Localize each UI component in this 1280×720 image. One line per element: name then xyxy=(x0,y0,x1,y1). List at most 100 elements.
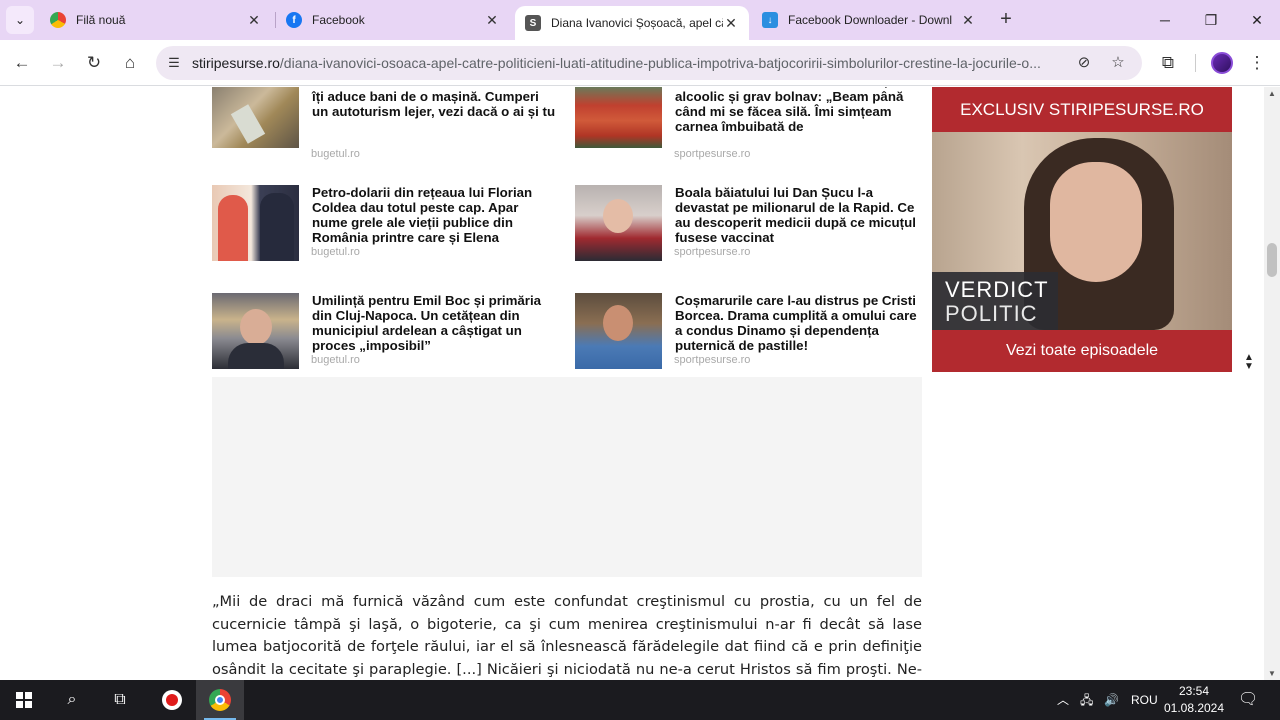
tab-stiripesurse[interactable]: S Diana Ivanovici Șoșoacă, apel către ✕ xyxy=(515,6,749,40)
language-indicator[interactable]: ROU xyxy=(1131,680,1158,720)
article-source[interactable]: bugetul.ro xyxy=(311,148,360,160)
person-shape xyxy=(228,343,284,369)
windows-taskbar: ⌕ ⧉ ︿ 🖧 🔊 ROU 23:54 01.08.2024 🗨 xyxy=(0,680,1280,720)
article-thumbnail xyxy=(212,87,299,148)
article-source[interactable]: bugetul.ro xyxy=(311,354,360,366)
plus-icon: + xyxy=(1000,8,1012,30)
scroll-arrows-icon[interactable]: ▲ ▼ xyxy=(1244,353,1254,372)
tab-facebook[interactable]: f Facebook ✕ xyxy=(276,5,510,35)
reload-button[interactable]: ↻ xyxy=(81,50,107,76)
close-icon[interactable]: ✕ xyxy=(484,12,500,28)
article-thumbnail xyxy=(212,185,299,261)
task-view-icon: ⧉ xyxy=(114,691,126,708)
network-icon[interactable]: 🖧 xyxy=(1080,680,1093,720)
reload-icon: ↻ xyxy=(86,53,102,72)
article-thumbnail xyxy=(575,185,662,261)
task-view-button[interactable]: ⧉ xyxy=(96,680,144,720)
chrome-center xyxy=(215,695,225,705)
close-icon: ✕ xyxy=(1251,12,1263,28)
article-thumbnail xyxy=(575,293,662,369)
arrow-right-icon: → xyxy=(49,53,67,72)
article-headline[interactable]: Fostul mare fotbalist al României, alcoo… xyxy=(675,87,920,134)
url-host: stiripesurse.ro xyxy=(192,55,280,71)
article-headline[interactable]: Boala băiatului lui Dan Șucu l-a devasta… xyxy=(675,185,920,245)
close-icon[interactable]: ✕ xyxy=(723,15,739,31)
face-shape xyxy=(1050,162,1142,282)
url-path: /diana-ivanovici-osoaca-apel-catre-polit… xyxy=(279,55,1041,71)
related-article-card[interactable]: Boala băiatului lui Dan Șucu l-a devasta… xyxy=(575,185,925,275)
related-article-card[interactable]: Umilință pentru Emil Boc și primăria din… xyxy=(212,293,562,383)
banknote-shape xyxy=(230,104,266,144)
tab-new-tab[interactable]: Filă nouă ✕ xyxy=(40,5,272,35)
tab-facebook-downloader[interactable]: ↓ Facebook Downloader - Downl ✕ xyxy=(752,5,986,35)
url-text[interactable]: stiripesurse.ro/diana-ivanovici-osoaca-a… xyxy=(192,46,1067,80)
close-icon[interactable]: ✕ xyxy=(246,12,262,28)
back-button[interactable]: ← xyxy=(9,50,35,76)
close-icon[interactable]: ✕ xyxy=(960,12,976,28)
person-shape xyxy=(218,195,248,261)
article-headline[interactable]: Moneda românească din anii '90 care îți … xyxy=(312,87,557,119)
article-headline[interactable]: Coșmarurile care l-au distrus pe Cristi … xyxy=(675,293,920,353)
facebook-icon: f xyxy=(286,12,302,28)
tab-strip: ⌄ Filă nouă ✕ f Facebook ✕ S Diana Ivano… xyxy=(0,0,1280,40)
article-headline[interactable]: Umilință pentru Emil Boc și primăria din… xyxy=(312,293,557,353)
article-paragraph: „Mii de draci mă furnică văzând cum este… xyxy=(212,593,922,678)
home-icon: ⌂ xyxy=(124,53,136,72)
show-hidden-icons[interactable]: ︿ xyxy=(1057,680,1069,720)
clock[interactable]: 23:54 01.08.2024 xyxy=(1160,683,1228,717)
new-tab-button[interactable]: + xyxy=(994,8,1018,32)
notifications-icon[interactable]: 🗨 xyxy=(1238,680,1258,720)
tab-title: Facebook xyxy=(312,13,365,27)
restore-button[interactable]: ❐ xyxy=(1188,8,1234,32)
promo-title: EXCLUSIV STIRIPESURSE.RO xyxy=(960,100,1204,119)
see-all-episodes-link[interactable]: Vezi toate episoadele xyxy=(932,330,1232,372)
related-article-card[interactable]: Coșmarurile care l-au distrus pe Cristi … xyxy=(575,293,925,383)
record-icon xyxy=(162,690,182,710)
search-icon: ⌕ xyxy=(67,691,77,708)
search-button[interactable]: ⌕ xyxy=(48,680,96,720)
face-shape xyxy=(240,309,272,345)
article-source[interactable]: sportpesurse.ro xyxy=(674,354,750,366)
volume-icon[interactable]: 🔊 xyxy=(1104,680,1119,720)
recorder-app[interactable] xyxy=(148,680,196,720)
tab-search-button[interactable]: ⌄ xyxy=(6,6,34,34)
chrome-icon xyxy=(209,689,231,711)
related-article-card[interactable]: Petro-dolarii din rețeaua lui Florian Co… xyxy=(212,185,562,275)
close-window-button[interactable]: ✕ xyxy=(1234,8,1280,32)
profile-avatar[interactable] xyxy=(1211,52,1233,74)
person-shape xyxy=(260,193,294,261)
menu-button[interactable]: ⋮ xyxy=(1244,50,1270,76)
restore-icon: ❐ xyxy=(1204,12,1218,28)
scrollbar-thumb[interactable] xyxy=(1267,243,1277,277)
chrome-taskbar-button[interactable] xyxy=(196,680,244,720)
tab-title: Facebook Downloader - Downl xyxy=(788,13,953,27)
article-headline[interactable]: Petro-dolarii din rețeaua lui Florian Co… xyxy=(312,185,557,245)
eye-off-icon[interactable]: ⊘ xyxy=(1074,53,1094,73)
address-bar[interactable]: ☰ stiripesurse.ro/diana-ivanovici-osoaca… xyxy=(156,46,1142,80)
bookmark-star-icon[interactable]: ☆ xyxy=(1108,53,1128,73)
verdict-badge: VERDICT POLITIC xyxy=(932,272,1058,330)
related-article-card[interactable]: Moneda românească din anii '90 care îți … xyxy=(212,87,562,164)
promo-banner[interactable]: EXCLUSIV STIRIPESURSE.RO VERDICT POLITIC… xyxy=(932,87,1232,372)
clock-date: 01.08.2024 xyxy=(1163,701,1225,715)
minimize-button[interactable]: ─ xyxy=(1142,8,1188,32)
ad-placeholder xyxy=(212,377,922,577)
article-source[interactable]: sportpesurse.ro xyxy=(674,246,750,258)
related-article-card[interactable]: Fostul mare fotbalist al României, alcoo… xyxy=(575,87,925,164)
puzzle-icon: ⧉ xyxy=(1161,53,1175,72)
article-source[interactable]: sportpesurse.ro xyxy=(674,148,750,160)
page-scrollbar[interactable]: ▲ ▼ xyxy=(1264,87,1280,680)
verdict-line1: VERDICT xyxy=(945,277,1049,302)
browser-toolbar: ← → ↻ ⌂ ☰ stiripesurse.ro/diana-ivanovic… xyxy=(0,40,1280,86)
chevron-up-icon: ︿ xyxy=(1057,693,1070,707)
face-shape xyxy=(603,305,633,341)
home-button[interactable]: ⌂ xyxy=(117,50,143,76)
extensions-button[interactable]: ⧉ xyxy=(1155,50,1181,76)
start-button[interactable] xyxy=(0,680,48,720)
scroll-up-icon[interactable]: ▲ xyxy=(1268,89,1276,98)
forward-button[interactable]: → xyxy=(45,50,71,76)
article-source[interactable]: bugetul.ro xyxy=(311,246,360,258)
site-settings-icon[interactable]: ☰ xyxy=(164,53,184,73)
scroll-down-icon[interactable]: ▼ xyxy=(1268,669,1276,678)
promo-photo: VERDICT POLITIC xyxy=(932,132,1232,330)
